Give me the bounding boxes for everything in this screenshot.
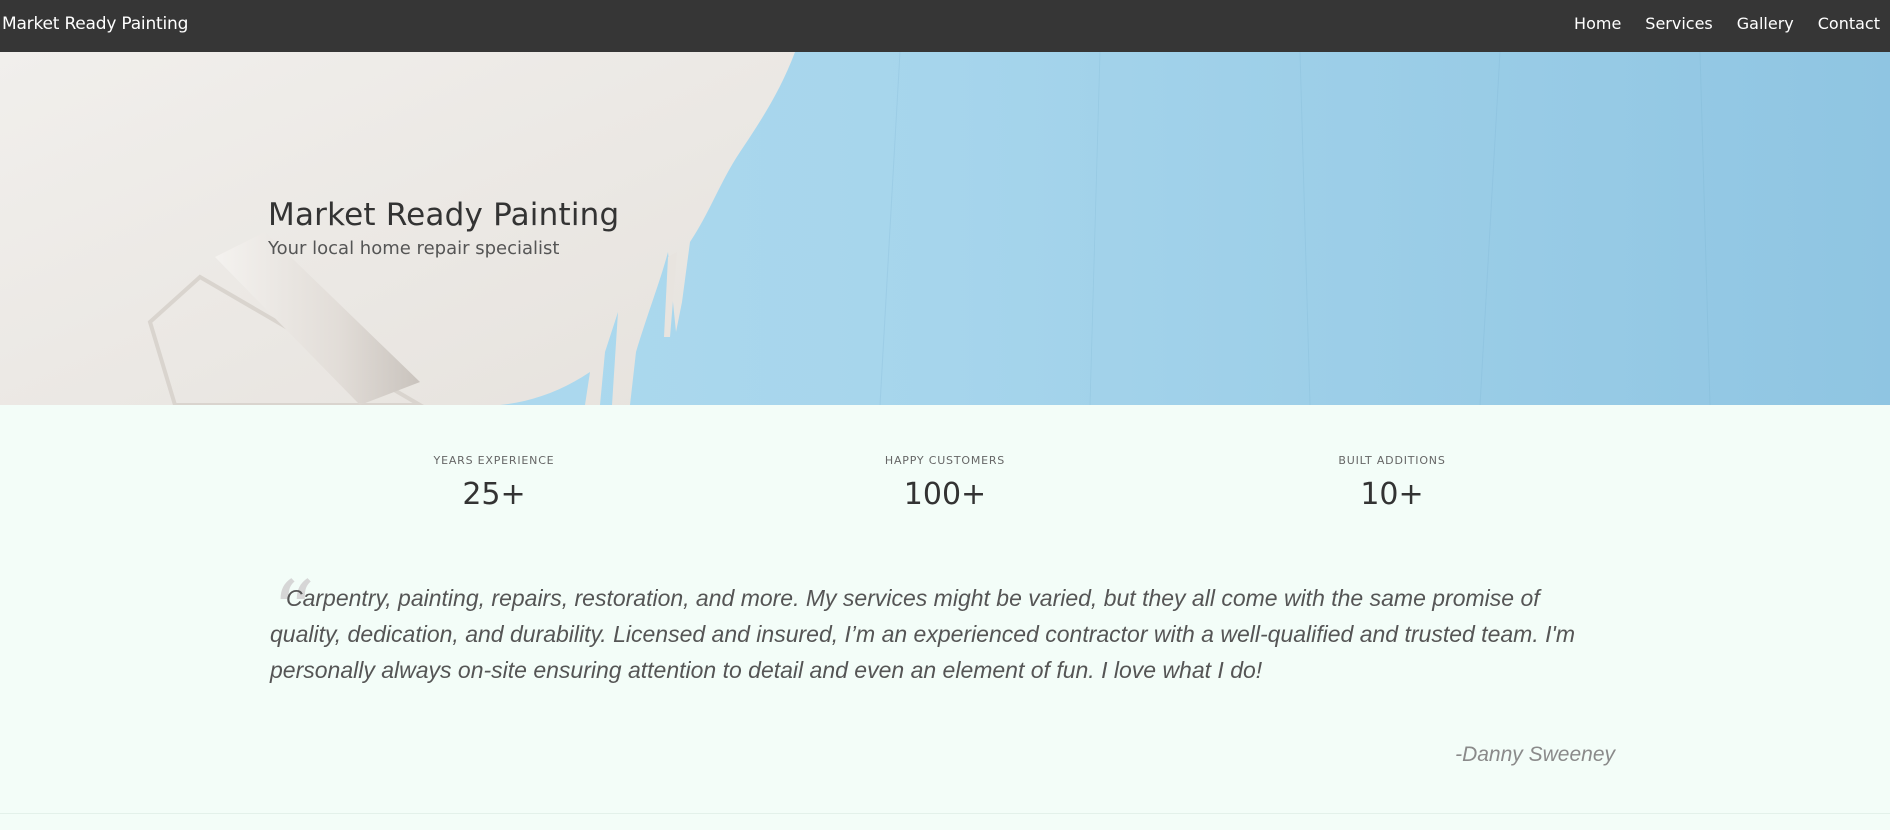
section-divider (0, 813, 1890, 814)
quote-text: Carpentry, painting, repairs, restoratio… (270, 585, 1576, 683)
stat-label: YEARS EXPERIENCE (433, 454, 555, 467)
nav-menu: Home Services Gallery Contact (1550, 14, 1880, 33)
stat-label: HAPPY CUSTOMERS (884, 454, 1006, 467)
stat-value: 10+ (1360, 477, 1424, 512)
top-navbar: Market Ready Painting Home Services Gall… (0, 0, 1890, 52)
hero-title: Market Ready Painting (268, 197, 620, 233)
hero-banner: Market Ready Painting Your local home re… (0, 52, 1890, 405)
nav-item-home[interactable]: Home (1574, 14, 1621, 33)
nav-item-contact[interactable]: Contact (1818, 14, 1880, 33)
stat-years-experience: YEARS EXPERIENCE 25+ (364, 454, 624, 512)
quote-author: -Danny Sweeney (1455, 743, 1615, 766)
hero-subtitle: Your local home repair specialist (268, 238, 560, 259)
nav-item-services[interactable]: Services (1645, 14, 1712, 33)
stats-section: YEARS EXPERIENCE 25+ HAPPY CUSTOMERS 100… (0, 405, 1890, 555)
testimonial-quote: “ Carpentry, painting, repairs, restorat… (270, 570, 1615, 766)
nav-item-gallery[interactable]: Gallery (1737, 14, 1794, 33)
brand-link[interactable]: Market Ready Painting (2, 14, 188, 34)
stat-happy-customers: HAPPY CUSTOMERS 100+ (815, 454, 1075, 512)
stat-label: BUILT ADDITIONS (1338, 454, 1446, 467)
stat-value: 100+ (903, 477, 987, 512)
stat-value: 25+ (462, 477, 526, 512)
stat-built-additions: BUILT ADDITIONS 10+ (1262, 454, 1522, 512)
